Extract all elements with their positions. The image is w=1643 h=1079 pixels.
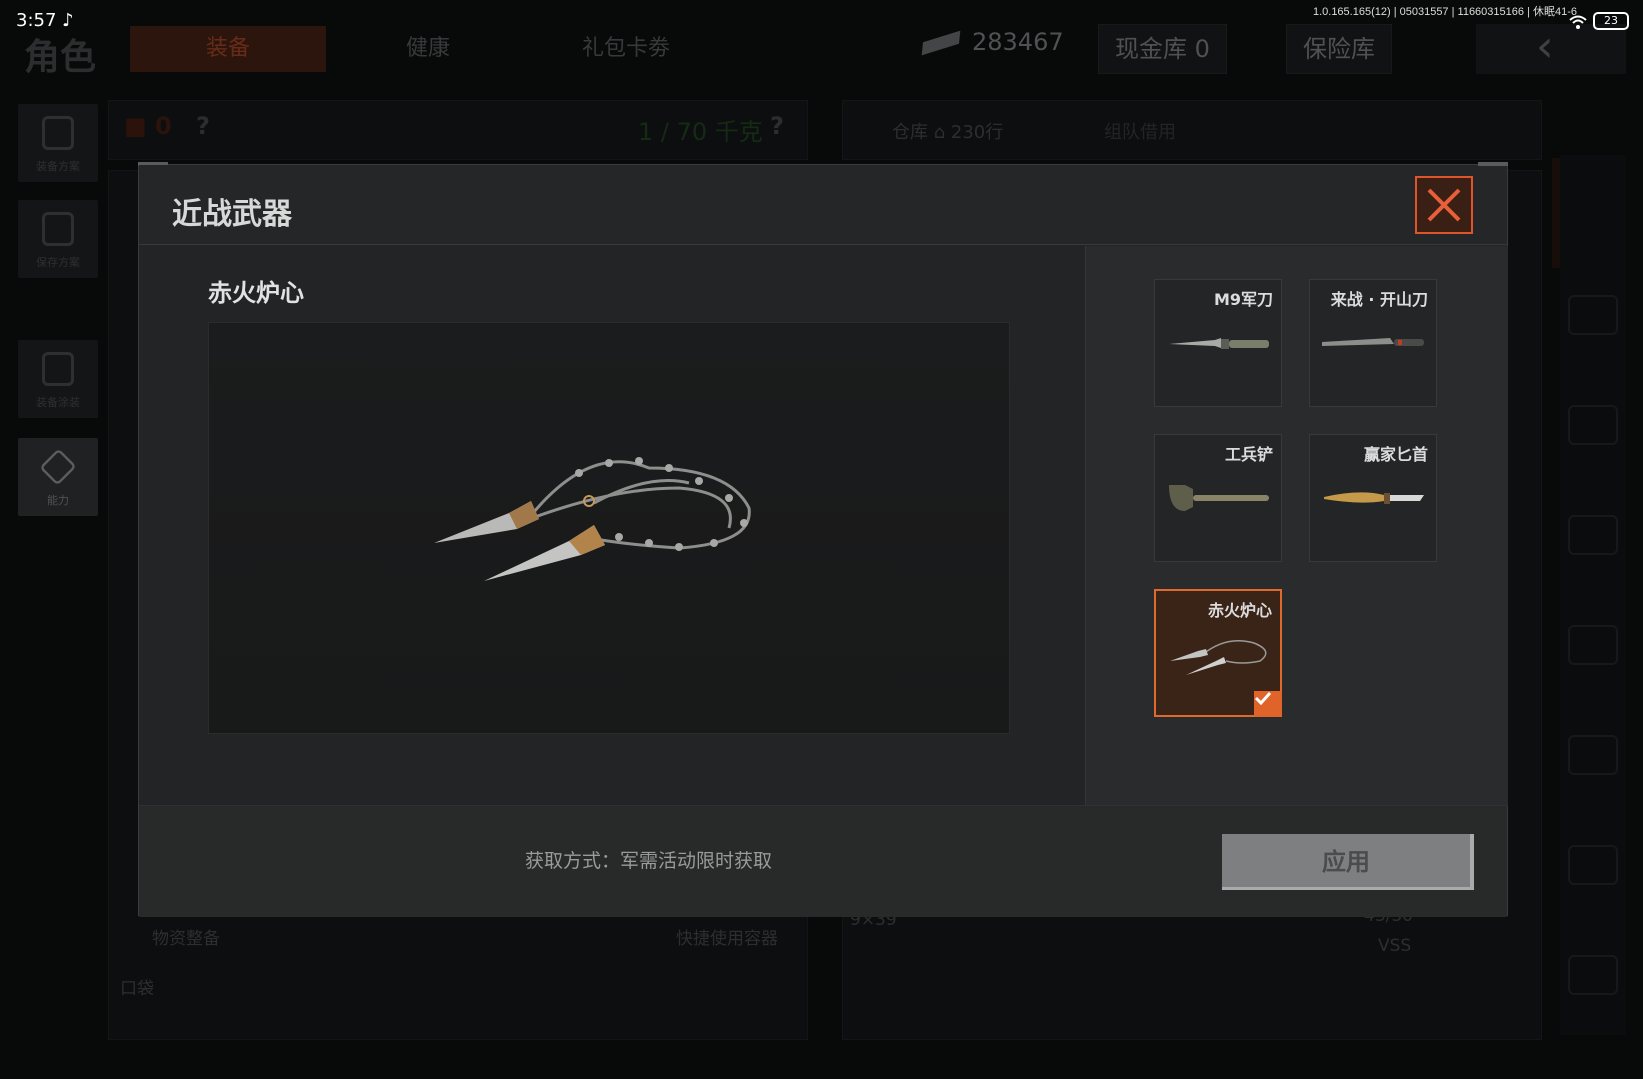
- selected-weapon-name: 赤火炉心: [208, 279, 304, 307]
- weapon-item-label: 赢家匕首: [1363, 445, 1428, 464]
- apply-button[interactable]: 应用: [1222, 834, 1474, 890]
- weapon-item-label: 工兵铲: [1224, 445, 1273, 464]
- close-icon: [1427, 188, 1461, 222]
- status-time-text: 3:57: [16, 10, 57, 31]
- weapon-item-winner-dagger[interactable]: 赢家匕首: [1309, 434, 1437, 562]
- status-time: 3:57 ♪: [16, 10, 74, 31]
- battery-icon: 23: [1593, 12, 1629, 30]
- weapon-preview[interactable]: [208, 322, 1010, 734]
- tiktok-icon: ♪: [62, 10, 74, 31]
- weapon-item-red-fire-heart[interactable]: 赤火炉心: [1154, 589, 1282, 717]
- close-button[interactable]: [1415, 176, 1473, 234]
- dialog-header: 近战武器: [139, 165, 1507, 245]
- weapon-item-m9[interactable]: M9军刀: [1154, 279, 1282, 407]
- wifi-icon: [1569, 15, 1587, 29]
- dialog-title: 近战武器: [172, 197, 292, 232]
- weapon-item-label: 来战 · 开山刀: [1330, 290, 1428, 309]
- weapon-item-label: 赤火炉心: [1207, 601, 1272, 620]
- weapon-item-shovel[interactable]: 工兵铲: [1154, 434, 1282, 562]
- dialog-footer: 获取方式：军需活动限时获取 应用: [139, 805, 1507, 917]
- melee-weapon-dialog: 近战武器 赤火炉心 M9军刀 来战 · 开山刀 工兵铲 赢家匕首 赤火炉心 获取…: [138, 162, 1508, 917]
- weapon-item-machete[interactable]: 来战 · 开山刀: [1309, 279, 1437, 407]
- chain-blades-icon: [434, 457, 751, 581]
- acquire-method-text: 获取方式：军需活动限时获取: [525, 850, 773, 872]
- weapon-list-panel: M9军刀 来战 · 开山刀 工兵铲 赢家匕首 赤火炉心: [1085, 246, 1508, 806]
- selected-check-icon: [1254, 691, 1282, 717]
- weapon-item-label: M9军刀: [1213, 290, 1273, 309]
- status-build-info: 1.0.165.165(12) | 05031557 | 11660315166…: [1312, 6, 1577, 18]
